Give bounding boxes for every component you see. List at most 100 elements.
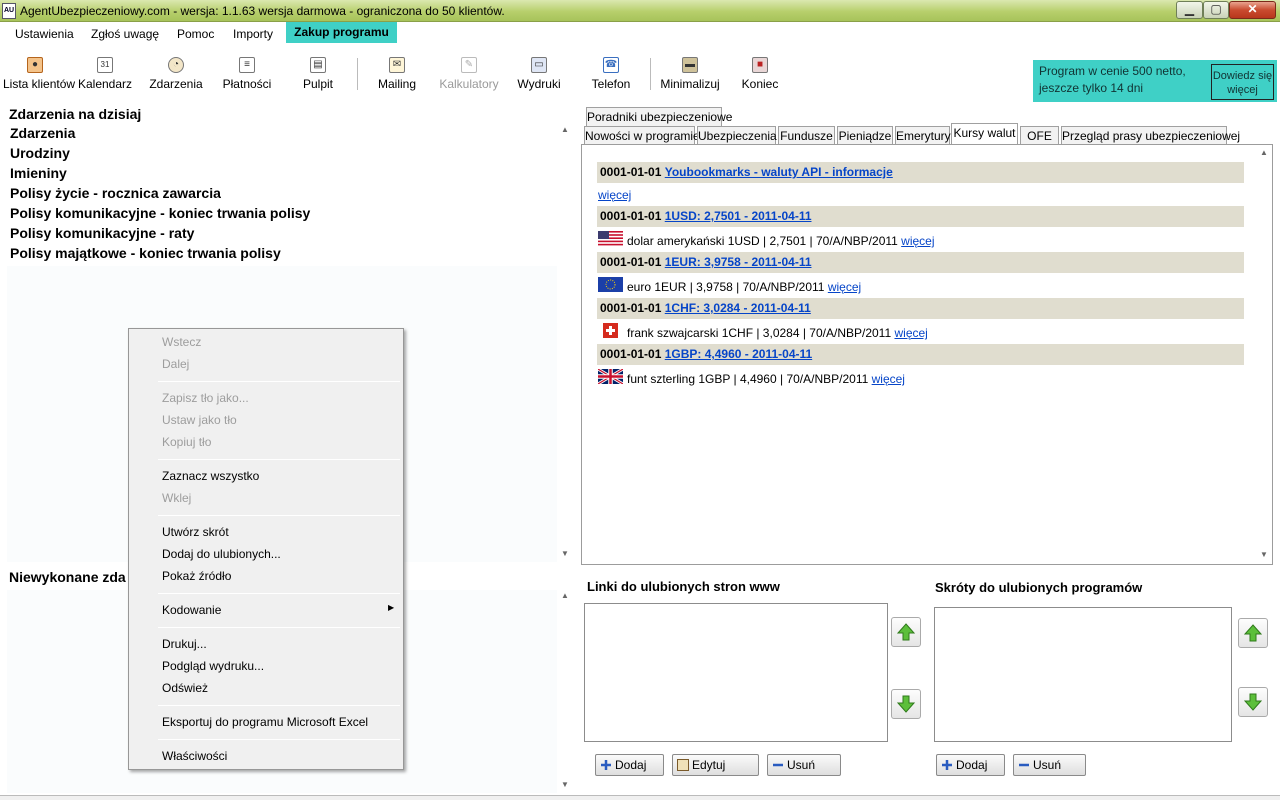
toolbar-label: Kalendarz [77,77,133,91]
close-window-button[interactable]: ✕ [1229,1,1276,19]
scroll-up-icon[interactable]: ▲ [561,125,569,134]
scroll-up-icon[interactable]: ▲ [561,591,569,600]
ctx-item-select-all[interactable]: Zaznacz wszystko [162,469,259,483]
scroll-down-icon[interactable]: ▼ [561,549,569,558]
rate-header-row: 0001-01-01 1CHF: 3,0284 - 2011-04-11 [597,298,1244,319]
menu-zakup-programu[interactable]: Zakup programu [286,22,397,43]
toolbar-pulpit-button[interactable]: ▤ Pulpit [286,57,350,91]
document-icon: ≡ [239,57,255,73]
tab-ofe[interactable]: OFE [1020,126,1059,145]
add-program-button[interactable]: Dodaj [936,754,1005,776]
rate-link[interactable]: 1EUR: 3,9758 - 2011-04-11 [665,255,812,269]
toolbar-mailing-button[interactable]: ✉ Mailing [365,57,429,91]
status-bar [0,795,1280,800]
undone-heading: Niewykonane zda [9,569,126,585]
move-down-button[interactable] [1238,687,1268,717]
menu-zglos-uwage[interactable]: Zgłoś uwagę [91,27,159,41]
tab-nowosci[interactable]: Nowości w programie [584,126,700,145]
undone-scrollbar[interactable]: ▲ ▼ [558,590,573,793]
toolbar-zdarzenia-button[interactable]: ◔ Zdarzenia [144,57,208,91]
maximize-window-button[interactable]: ▢ [1203,1,1229,19]
more-link[interactable]: więcej [598,188,631,202]
ctx-item-create-shortcut[interactable]: Utwórz skrót [162,525,229,539]
rate-date: 0001-01-01 [600,209,662,223]
toolbar-separator [357,58,358,90]
submenu-arrow-icon: ▶ [388,603,395,612]
favorite-links-list[interactable] [584,603,888,742]
rate-link[interactable]: 1USD: 2,7501 - 2011-04-11 [665,209,812,223]
toolbar-minimalizuj-button[interactable]: ▬ Minimalizuj [658,57,722,91]
remove-link-button[interactable]: Usuń [767,754,841,776]
scroll-down-icon[interactable]: ▼ [1260,550,1268,559]
event-item[interactable]: Imieniny [10,165,67,181]
tab-kursy-walut[interactable]: Kursy walut [951,123,1018,144]
ctx-separator [158,381,400,382]
menu-importy[interactable]: Importy [233,27,273,41]
toolbar-telefon-button[interactable]: ☎ Telefon [579,57,643,91]
ctx-item-set-background[interactable]: Ustaw jako tło [162,413,237,427]
button-label: Usuń [1033,758,1062,772]
toolbar-kalendarz-button[interactable]: 31 Kalendarz [73,57,137,91]
tab-emerytury[interactable]: Emerytury [895,126,951,145]
toolbar-wydruki-button[interactable]: ▭ Wydruki [507,57,571,91]
ctx-item-refresh[interactable]: Odśwież [162,681,208,695]
ctx-item-paste[interactable]: Wklej [162,491,191,505]
button-label: Usuń [787,758,816,772]
calculator-icon: ✎ [461,57,477,73]
ctx-item-add-favorites[interactable]: Dodaj do ulubionych... [162,547,281,561]
ctx-item-encoding[interactable]: Kodowanie [162,603,221,617]
event-item[interactable]: Polisy komunikacyjne - koniec trwania po… [10,205,310,221]
ctx-item-back[interactable]: Wstecz [162,335,201,349]
rate-link[interactable]: 1CHF: 3,0284 - 2011-04-11 [665,301,811,315]
more-link[interactable]: więcej [901,234,934,248]
toolbar-koniec-button[interactable]: ■ Koniec [728,57,792,91]
move-down-button[interactable] [891,689,921,719]
tab-przeglad-prasy[interactable]: Przegląd prasy ubezpieczeniowej [1061,126,1240,145]
scroll-down-icon[interactable]: ▼ [561,780,569,789]
ctx-item-save-background[interactable]: Zapisz tło jako... [162,391,249,405]
event-item[interactable]: Polisy życie - rocznica zawarcia [10,185,221,201]
add-link-button[interactable]: Dodaj [595,754,664,776]
event-item[interactable]: Urodziny [10,145,70,161]
rate-link[interactable]: 1GBP: 4,4960 - 2011-04-11 [665,347,812,361]
ctx-item-properties[interactable]: Właściwości [162,749,227,763]
ctx-item-forward[interactable]: Dalej [162,357,189,371]
rates-scrollbar[interactable]: ▲ ▼ [1258,146,1271,564]
remove-program-button[interactable]: Usuń [1013,754,1086,776]
favorite-programs-list[interactable] [934,607,1232,742]
event-item[interactable]: Polisy komunikacyjne - raty [10,225,194,241]
event-item[interactable]: Zdarzenia [10,125,75,141]
minimize-window-button[interactable]: ▁ [1176,1,1203,19]
ctx-item-copy-background[interactable]: Kopiuj tło [162,435,211,449]
toolbar-platnosci-button[interactable]: ≡ Płatności [215,57,279,91]
menu-ustawienia[interactable]: Ustawienia [15,27,74,41]
arrow-down-icon [896,695,916,713]
more-link[interactable]: więcej [894,326,927,340]
menu-pomoc[interactable]: Pomoc [177,27,214,41]
edit-link-button[interactable]: Edytuj [672,754,759,776]
events-scrollbar[interactable]: ▲ ▼ [558,124,573,562]
more-link[interactable]: więcej [872,372,905,386]
ctx-item-print-preview[interactable]: Podgląd wydruku... [162,659,264,673]
ctx-item-print[interactable]: Drukuj... [162,637,207,651]
rate-link[interactable]: Youbookmarks - waluty API - informacje [665,165,893,179]
tab-poradniki[interactable]: Poradniki ubezpieczeniowe [586,107,732,126]
app-icon: AU [2,3,16,19]
ctx-separator [158,739,400,740]
move-up-button[interactable] [1238,618,1268,648]
toolbar-lista-klientow-button[interactable]: ● Lista klientów [3,57,75,91]
move-up-button[interactable] [891,617,921,647]
tab-fundusze[interactable]: Fundusze [778,126,835,145]
ctx-item-view-source[interactable]: Pokaż źródło [162,569,231,583]
ctx-separator [158,459,400,460]
learn-more-button[interactable]: Dowiedz się więcej [1211,64,1274,100]
tab-pieniadze[interactable]: Pieniądze [837,126,893,145]
favorite-programs-heading: Skróty do ulubionych programów [935,580,1143,595]
ctx-item-export-excel[interactable]: Eksportuj do programu Microsoft Excel [162,715,368,729]
scroll-up-icon[interactable]: ▲ [1260,148,1268,157]
more-link[interactable]: więcej [828,280,861,294]
toolbar-kalkulatory-button[interactable]: ✎ Kalkulatory [437,57,501,91]
event-item[interactable]: Polisy majątkowe - koniec trwania polisy [10,245,281,261]
tab-ubezpieczenia[interactable]: Ubezpieczenia [697,126,777,145]
plus-icon [941,757,953,770]
